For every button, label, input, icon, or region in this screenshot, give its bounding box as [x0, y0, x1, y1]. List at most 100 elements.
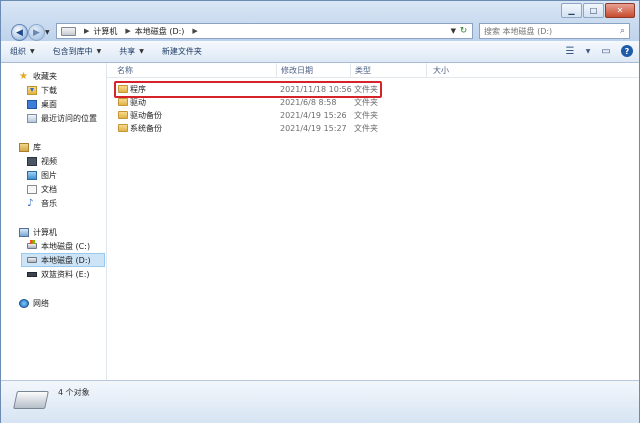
folder-icon: [118, 124, 128, 132]
file-date: 2021/11/18 10:56: [280, 84, 352, 94]
nav-recent-label: 最近访问的位置: [41, 113, 97, 123]
nav-favorites-label: 收藏夹: [33, 71, 57, 81]
help-icon[interactable]: ?: [621, 45, 633, 57]
address-bar[interactable]: ▶ 计算机 ▶ 本地磁盘 (D:) ▶ ▼ ↻: [56, 23, 473, 39]
command-bar: 组织 ▼ 包含到库中 ▼ 共享 ▼ 新建文件夹 ☰ ▼ ▭ ?: [1, 41, 639, 63]
file-type: 文件夹: [354, 97, 378, 107]
file-row[interactable]: 系统备份 2021/4/19 15:27 文件夹: [113, 122, 383, 134]
chevron-down-icon: ▼: [96, 48, 102, 55]
nav-computer[interactable]: 计算机: [19, 226, 57, 238]
drive-icon: [13, 391, 49, 409]
nav-music[interactable]: ♪ 音乐: [27, 197, 57, 209]
view-dropdown-icon[interactable]: ▼: [585, 44, 591, 58]
back-button[interactable]: ◀: [11, 24, 28, 41]
view-controls: ☰ ▼ ▭ ?: [563, 44, 633, 58]
maximize-button[interactable]: □: [583, 3, 604, 18]
nav-pictures[interactable]: 图片: [27, 169, 57, 181]
nav-desktop[interactable]: 桌面: [27, 98, 57, 110]
share-button[interactable]: 共享 ▼: [110, 41, 153, 62]
column-header-date[interactable]: 修改日期: [277, 63, 351, 77]
file-type: 文件夹: [354, 84, 378, 94]
column-name-label: 名称: [117, 65, 133, 75]
column-header-name[interactable]: 名称: [113, 63, 277, 77]
nav-drive-d-label: 本地磁盘 (D:): [41, 255, 91, 265]
nav-videos[interactable]: 视频: [27, 155, 57, 167]
nav-drive-d[interactable]: 本地磁盘 (D:): [21, 253, 105, 267]
file-name: 驱动备份: [130, 110, 162, 120]
nav-downloads[interactable]: 下载: [27, 84, 57, 96]
nav-network[interactable]: 网络: [19, 297, 49, 309]
back-arrow-icon: ◀: [16, 27, 23, 38]
search-input[interactable]: [484, 26, 612, 36]
file-row[interactable]: 程序 2021/11/18 10:56 文件夹: [113, 83, 383, 95]
address-dropdown-icon[interactable]: ▼: [451, 27, 456, 35]
details-pane: 4 个对象: [1, 380, 639, 423]
file-list: 名称 修改日期 类型 大小 程序 2021/11/18 10:56 文件夹 驱动…: [107, 63, 639, 380]
nav-pictures-label: 图片: [41, 170, 57, 180]
close-button[interactable]: ✕: [605, 3, 635, 18]
share-label: 共享: [119, 47, 136, 56]
nav-drive-e[interactable]: 双篮资料 (E:): [27, 268, 90, 280]
file-row[interactable]: 驱动 2021/6/8 8:58 文件夹: [113, 96, 383, 108]
forward-button[interactable]: ▶: [28, 24, 45, 41]
file-date: 2021/4/19 15:26: [280, 110, 347, 120]
organize-button[interactable]: 组织 ▼: [1, 41, 44, 62]
nav-music-label: 音乐: [41, 198, 57, 208]
file-type: 文件夹: [354, 123, 378, 133]
nav-documents[interactable]: 文档: [27, 183, 57, 195]
minimize-button[interactable]: ▁: [561, 3, 582, 18]
nav-drive-c-label: 本地磁盘 (C:): [41, 241, 91, 251]
folder-icon: [118, 111, 128, 119]
music-note-icon: ♪: [27, 197, 34, 209]
breadcrumb-separator-icon[interactable]: ▶: [192, 27, 197, 35]
nav-desktop-label: 桌面: [41, 99, 57, 109]
picture-icon: [27, 170, 37, 180]
nav-libraries-label: 库: [33, 142, 41, 152]
drive-icon: [27, 257, 37, 263]
nav-drive-c[interactable]: 本地磁盘 (C:): [27, 240, 90, 252]
nav-videos-label: 视频: [41, 156, 57, 166]
include-in-library-button[interactable]: 包含到库中 ▼: [44, 41, 111, 62]
column-header-size[interactable]: 大小: [427, 63, 475, 77]
object-count: 4 个对象: [58, 388, 90, 397]
new-folder-button[interactable]: 新建文件夹: [153, 41, 211, 62]
drive-icon: [61, 26, 76, 36]
file-name: 驱动: [130, 97, 146, 107]
nav-drive-e-label: 双篮资料 (E:): [41, 269, 90, 279]
column-type-label: 类型: [355, 65, 371, 75]
include-in-library-label: 包含到库中: [52, 47, 93, 56]
file-row[interactable]: 驱动备份 2021/4/19 15:26 文件夹: [113, 109, 383, 121]
file-type: 文件夹: [354, 110, 378, 120]
nav-recent-places[interactable]: 最近访问的位置: [27, 112, 97, 124]
folder-icon: [118, 85, 128, 93]
view-options-icon[interactable]: ☰: [563, 44, 577, 58]
forward-arrow-icon: ▶: [33, 27, 40, 38]
column-date-label: 修改日期: [281, 65, 313, 75]
system-drive-icon: [27, 240, 37, 249]
breadcrumb-computer[interactable]: 计算机: [93, 26, 117, 37]
computer-icon: [19, 227, 29, 237]
folder-icon: [118, 98, 128, 106]
search-icon[interactable]: ⌕: [620, 26, 625, 36]
preview-pane-icon[interactable]: ▭: [599, 44, 613, 58]
new-folder-label: 新建文件夹: [161, 47, 202, 56]
nav-network-label: 网络: [33, 298, 49, 308]
column-header-type[interactable]: 类型: [351, 63, 427, 77]
organize-label: 组织: [10, 47, 26, 56]
video-icon: [27, 156, 37, 166]
nav-libraries[interactable]: 库: [19, 141, 41, 153]
nav-downloads-label: 下载: [41, 85, 57, 95]
file-date: 2021/6/8 8:58: [280, 97, 337, 107]
nav-computer-label: 计算机: [33, 227, 57, 237]
nav-favorites[interactable]: ★ 收藏夹: [19, 70, 57, 82]
recent-pages-dropdown[interactable]: ▼: [45, 29, 50, 36]
file-name: 程序: [130, 84, 146, 94]
nav-documents-label: 文档: [41, 184, 57, 194]
refresh-icon[interactable]: ↻: [457, 25, 470, 37]
chevron-down-icon: ▼: [139, 48, 144, 55]
breadcrumb-separator-icon[interactable]: ▶: [125, 27, 130, 35]
breadcrumb-separator-icon[interactable]: ▶: [84, 27, 89, 35]
breadcrumb-drive-d[interactable]: 本地磁盘 (D:): [135, 26, 185, 37]
removable-drive-icon: [27, 271, 37, 277]
explorer-window: ▁ □ ✕ ◀ ▶ ▼ ▶ 计算机 ▶ 本地磁盘 (D:) ▶ ▼ ↻ ⌕ 组织…: [0, 0, 640, 423]
